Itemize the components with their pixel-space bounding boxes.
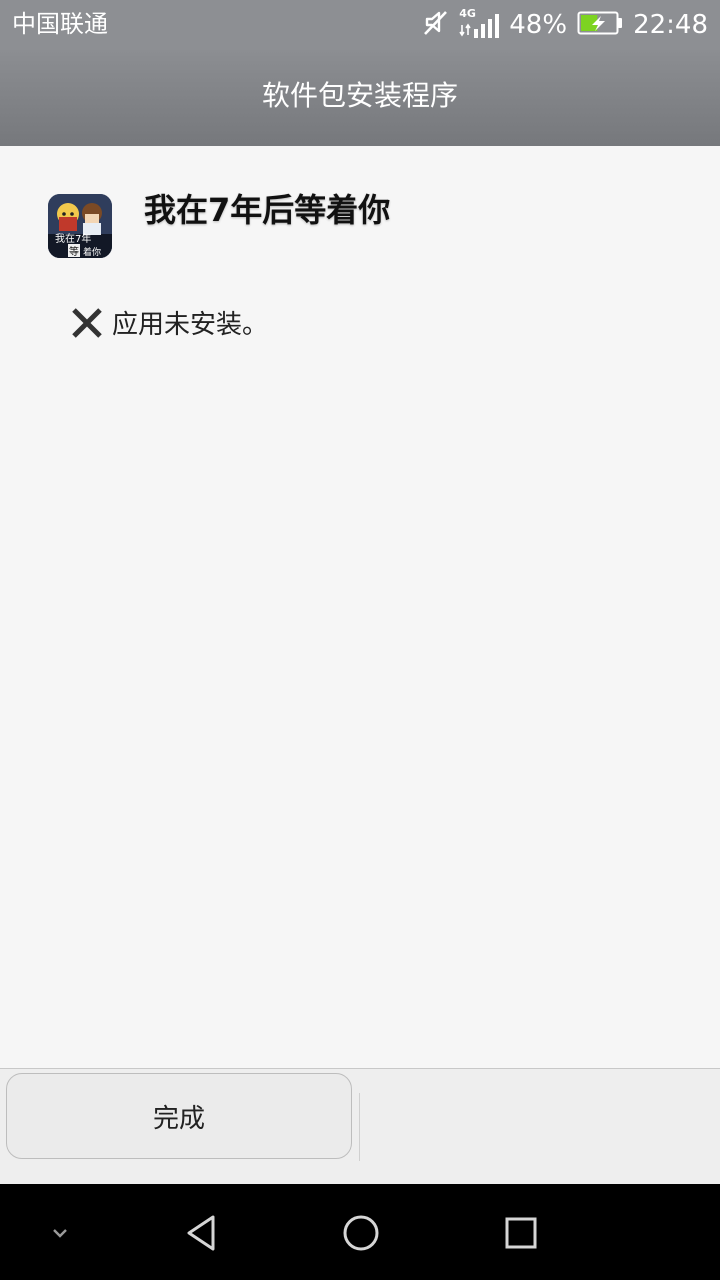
install-status-message: 应用未安装。 — [112, 310, 269, 340]
status-bar: 中国联通 4G 48% 22:48 — [0, 0, 720, 50]
close-icon — [70, 306, 104, 344]
app-name: 我在7年后等着你 — [144, 191, 391, 229]
main-content: 我在7年 等 着你 我在7年后等着你 应用未安装。 — [0, 146, 720, 1068]
footer: 完成 — [0, 1068, 720, 1185]
hide-nav-icon[interactable] — [35, 1208, 85, 1258]
mute-icon — [423, 9, 449, 41]
signal-icon: 4G — [459, 7, 500, 41]
status-icons: 4G 48% 22:48 — [423, 7, 708, 42]
battery-charging-icon — [577, 10, 623, 40]
home-icon[interactable] — [336, 1208, 386, 1258]
divider — [359, 1093, 360, 1161]
recents-icon[interactable] — [496, 1208, 546, 1258]
icon-text-1: 我在7年 — [55, 232, 91, 245]
icon-text-2: 等 — [69, 245, 79, 258]
carrier-name: 中国联通 — [12, 10, 108, 38]
back-icon[interactable] — [176, 1208, 226, 1258]
icon-text-3: 着你 — [83, 246, 101, 258]
battery-percent: 48% — [509, 10, 568, 40]
done-button[interactable]: 完成 — [6, 1073, 352, 1159]
app-icon: 我在7年 等 着你 — [48, 194, 112, 258]
clock: 22:48 — [633, 10, 708, 40]
title-bar: 软件包安装程序 — [0, 50, 720, 146]
install-status: 应用未安装。 — [70, 306, 268, 344]
navigation-bar — [0, 1184, 720, 1280]
page-title: 软件包安装程序 — [261, 79, 458, 112]
